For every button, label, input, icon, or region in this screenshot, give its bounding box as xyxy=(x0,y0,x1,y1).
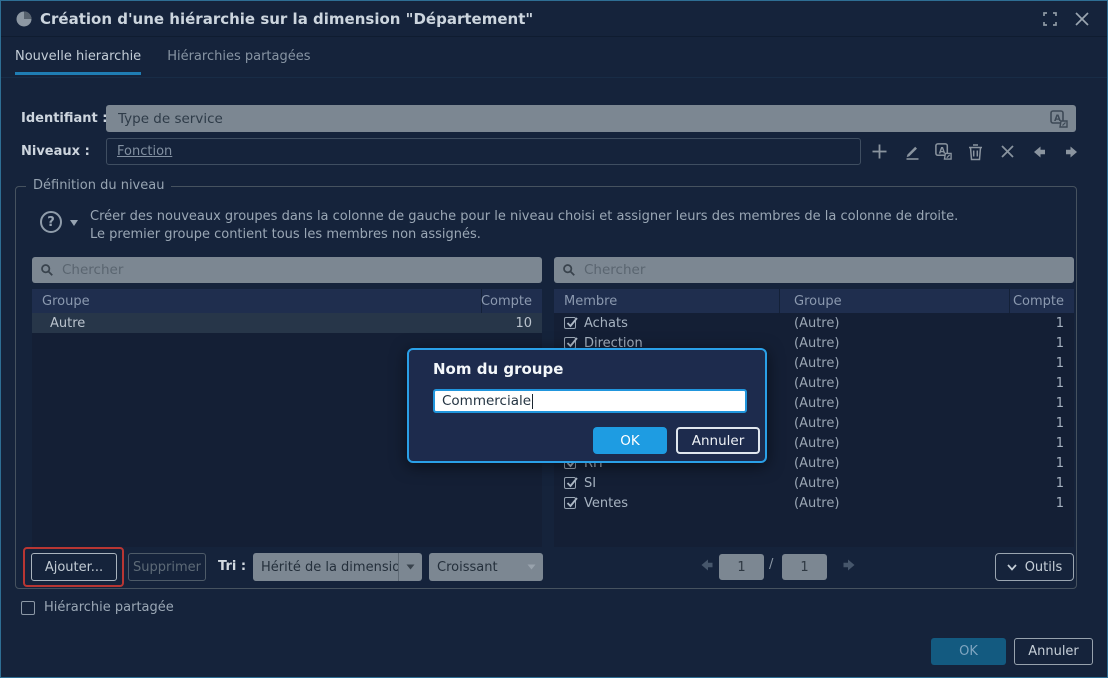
outils-button[interactable]: Outils xyxy=(995,553,1074,581)
groups-table-header: Groupe Compte xyxy=(32,289,542,313)
tab-nouvelle-hierarchie[interactable]: Nouvelle hierarchie xyxy=(15,43,141,75)
help-text: Créer des nouveaux groupes dans la colon… xyxy=(90,208,1050,244)
member-count: 1 xyxy=(1010,416,1074,431)
checkbox-checked-icon[interactable] xyxy=(564,317,576,329)
checkbox-checked-icon[interactable] xyxy=(564,477,576,489)
chevron-down-icon xyxy=(1007,564,1017,571)
member-group: (Autre) xyxy=(780,356,1010,371)
member-count: 1 xyxy=(1010,316,1074,331)
member-count: 1 xyxy=(1010,456,1074,471)
page-total-input[interactable] xyxy=(782,554,827,580)
sphere-logo-icon xyxy=(15,10,33,28)
group-row-autre[interactable]: Autre 10 xyxy=(32,313,542,333)
identifiant-label: Identifiant : xyxy=(21,111,108,126)
member-row[interactable]: Ventes (Autre)1 xyxy=(554,493,1074,513)
member-group: (Autre) xyxy=(780,436,1010,451)
maximize-icon[interactable] xyxy=(1039,8,1061,30)
sort-direction-dropdown[interactable]: Croissant xyxy=(429,553,543,581)
title-bar: Création d'une hiérarchie sur la dimensi… xyxy=(1,1,1107,37)
dialog-title: Création d'une hiérarchie sur la dimensi… xyxy=(40,10,1029,28)
supprimer-button[interactable]: Supprimer xyxy=(128,553,206,581)
hierarchy-dialog: Création d'une hiérarchie sur la dimensi… xyxy=(0,0,1108,678)
group-name-input[interactable]: Commerciale xyxy=(433,389,747,413)
chevron-down-icon xyxy=(519,553,543,581)
search-icon xyxy=(562,263,576,277)
identifiant-input[interactable] xyxy=(106,105,1076,132)
edit-pencil-icon[interactable] xyxy=(902,142,921,161)
member-name: Achats xyxy=(584,316,628,331)
search-icon xyxy=(40,263,54,277)
member-count: 1 xyxy=(1010,436,1074,451)
column-header-groupe[interactable]: Groupe xyxy=(32,289,482,313)
member-search-box[interactable] xyxy=(554,257,1074,283)
member-group: (Autre) xyxy=(780,396,1010,411)
chevron-down-icon xyxy=(398,553,422,581)
ok-button[interactable]: OK xyxy=(931,638,1006,665)
hierarchie-partagee-checkbox[interactable] xyxy=(21,601,35,615)
member-search-input[interactable] xyxy=(584,262,1066,278)
group-search-input[interactable] xyxy=(62,262,534,278)
translate-icon[interactable]: A xyxy=(1049,109,1069,129)
member-group: (Autre) xyxy=(780,316,1010,331)
member-count: 1 xyxy=(1010,336,1074,351)
close-icon[interactable] xyxy=(1071,8,1093,30)
add-icon[interactable] xyxy=(870,142,889,161)
member-group: (Autre) xyxy=(780,376,1010,391)
member-count: 1 xyxy=(1010,356,1074,371)
checkbox-checked-icon[interactable] xyxy=(564,497,576,509)
member-count: 1 xyxy=(1010,376,1074,391)
column-header-membre[interactable]: Membre xyxy=(554,289,780,313)
trash-icon[interactable] xyxy=(966,142,985,161)
arrow-left-icon[interactable] xyxy=(1030,142,1049,161)
page-next-icon[interactable] xyxy=(842,558,856,572)
column-header-compte[interactable]: Compte xyxy=(1010,289,1074,313)
help-caret-icon[interactable] xyxy=(70,220,78,226)
level-fonction-link[interactable]: Fonction xyxy=(117,144,172,159)
modal-ok-button[interactable]: OK xyxy=(593,427,667,454)
tri-label: Tri : xyxy=(218,559,246,574)
column-header-compte[interactable]: Compte xyxy=(482,289,542,313)
member-count: 1 xyxy=(1010,476,1074,491)
fieldset-legend: Définition du niveau xyxy=(26,178,171,193)
delete-x-icon[interactable] xyxy=(998,142,1017,161)
page-separator: / xyxy=(769,557,773,572)
sort-by-dropdown[interactable]: Hérité de la dimension ( xyxy=(253,553,422,581)
annuler-button[interactable]: Annuler xyxy=(1014,638,1093,665)
help-icon[interactable]: ? xyxy=(40,211,62,233)
page-current-input[interactable] xyxy=(719,554,764,580)
ajouter-button[interactable]: Ajouter... xyxy=(31,553,117,581)
translate-icon[interactable]: A xyxy=(934,142,953,161)
member-name: Ventes xyxy=(584,496,628,511)
member-group: (Autre) xyxy=(780,416,1010,431)
members-table-header: Membre Groupe Compte xyxy=(554,289,1074,313)
tab-hierarchies-partagees[interactable]: Hiérarchies partagées xyxy=(167,43,310,75)
nom-du-groupe-modal: Nom du groupe Commerciale OK Annuler xyxy=(407,348,767,463)
page-previous-icon[interactable] xyxy=(700,558,714,572)
member-group: (Autre) xyxy=(780,456,1010,471)
column-header-groupe[interactable]: Groupe xyxy=(780,289,1010,313)
member-row[interactable]: Achats (Autre)1 xyxy=(554,313,1074,333)
levels-toolbar: A xyxy=(870,138,1081,165)
member-group: (Autre) xyxy=(780,476,1010,491)
tab-bar: Nouvelle hierarchie Hiérarchies partagée… xyxy=(1,38,1107,78)
member-row[interactable]: SI (Autre)1 xyxy=(554,473,1074,493)
group-search-box[interactable] xyxy=(32,257,542,283)
modal-annuler-button[interactable]: Annuler xyxy=(676,427,760,454)
text-caret xyxy=(532,394,533,409)
hierarchie-partagee-label: Hiérarchie partagée xyxy=(44,600,174,615)
member-count: 1 xyxy=(1010,396,1074,411)
member-group: (Autre) xyxy=(780,336,1010,351)
modal-title: Nom du groupe xyxy=(433,360,563,378)
member-count: 1 xyxy=(1010,496,1074,511)
niveaux-label: Niveaux : xyxy=(21,144,90,159)
svg-text:A: A xyxy=(1054,114,1061,124)
member-group: (Autre) xyxy=(780,496,1010,511)
member-name: SI xyxy=(584,476,596,491)
arrow-right-icon[interactable] xyxy=(1062,142,1081,161)
niveaux-field[interactable]: Fonction xyxy=(106,138,861,165)
